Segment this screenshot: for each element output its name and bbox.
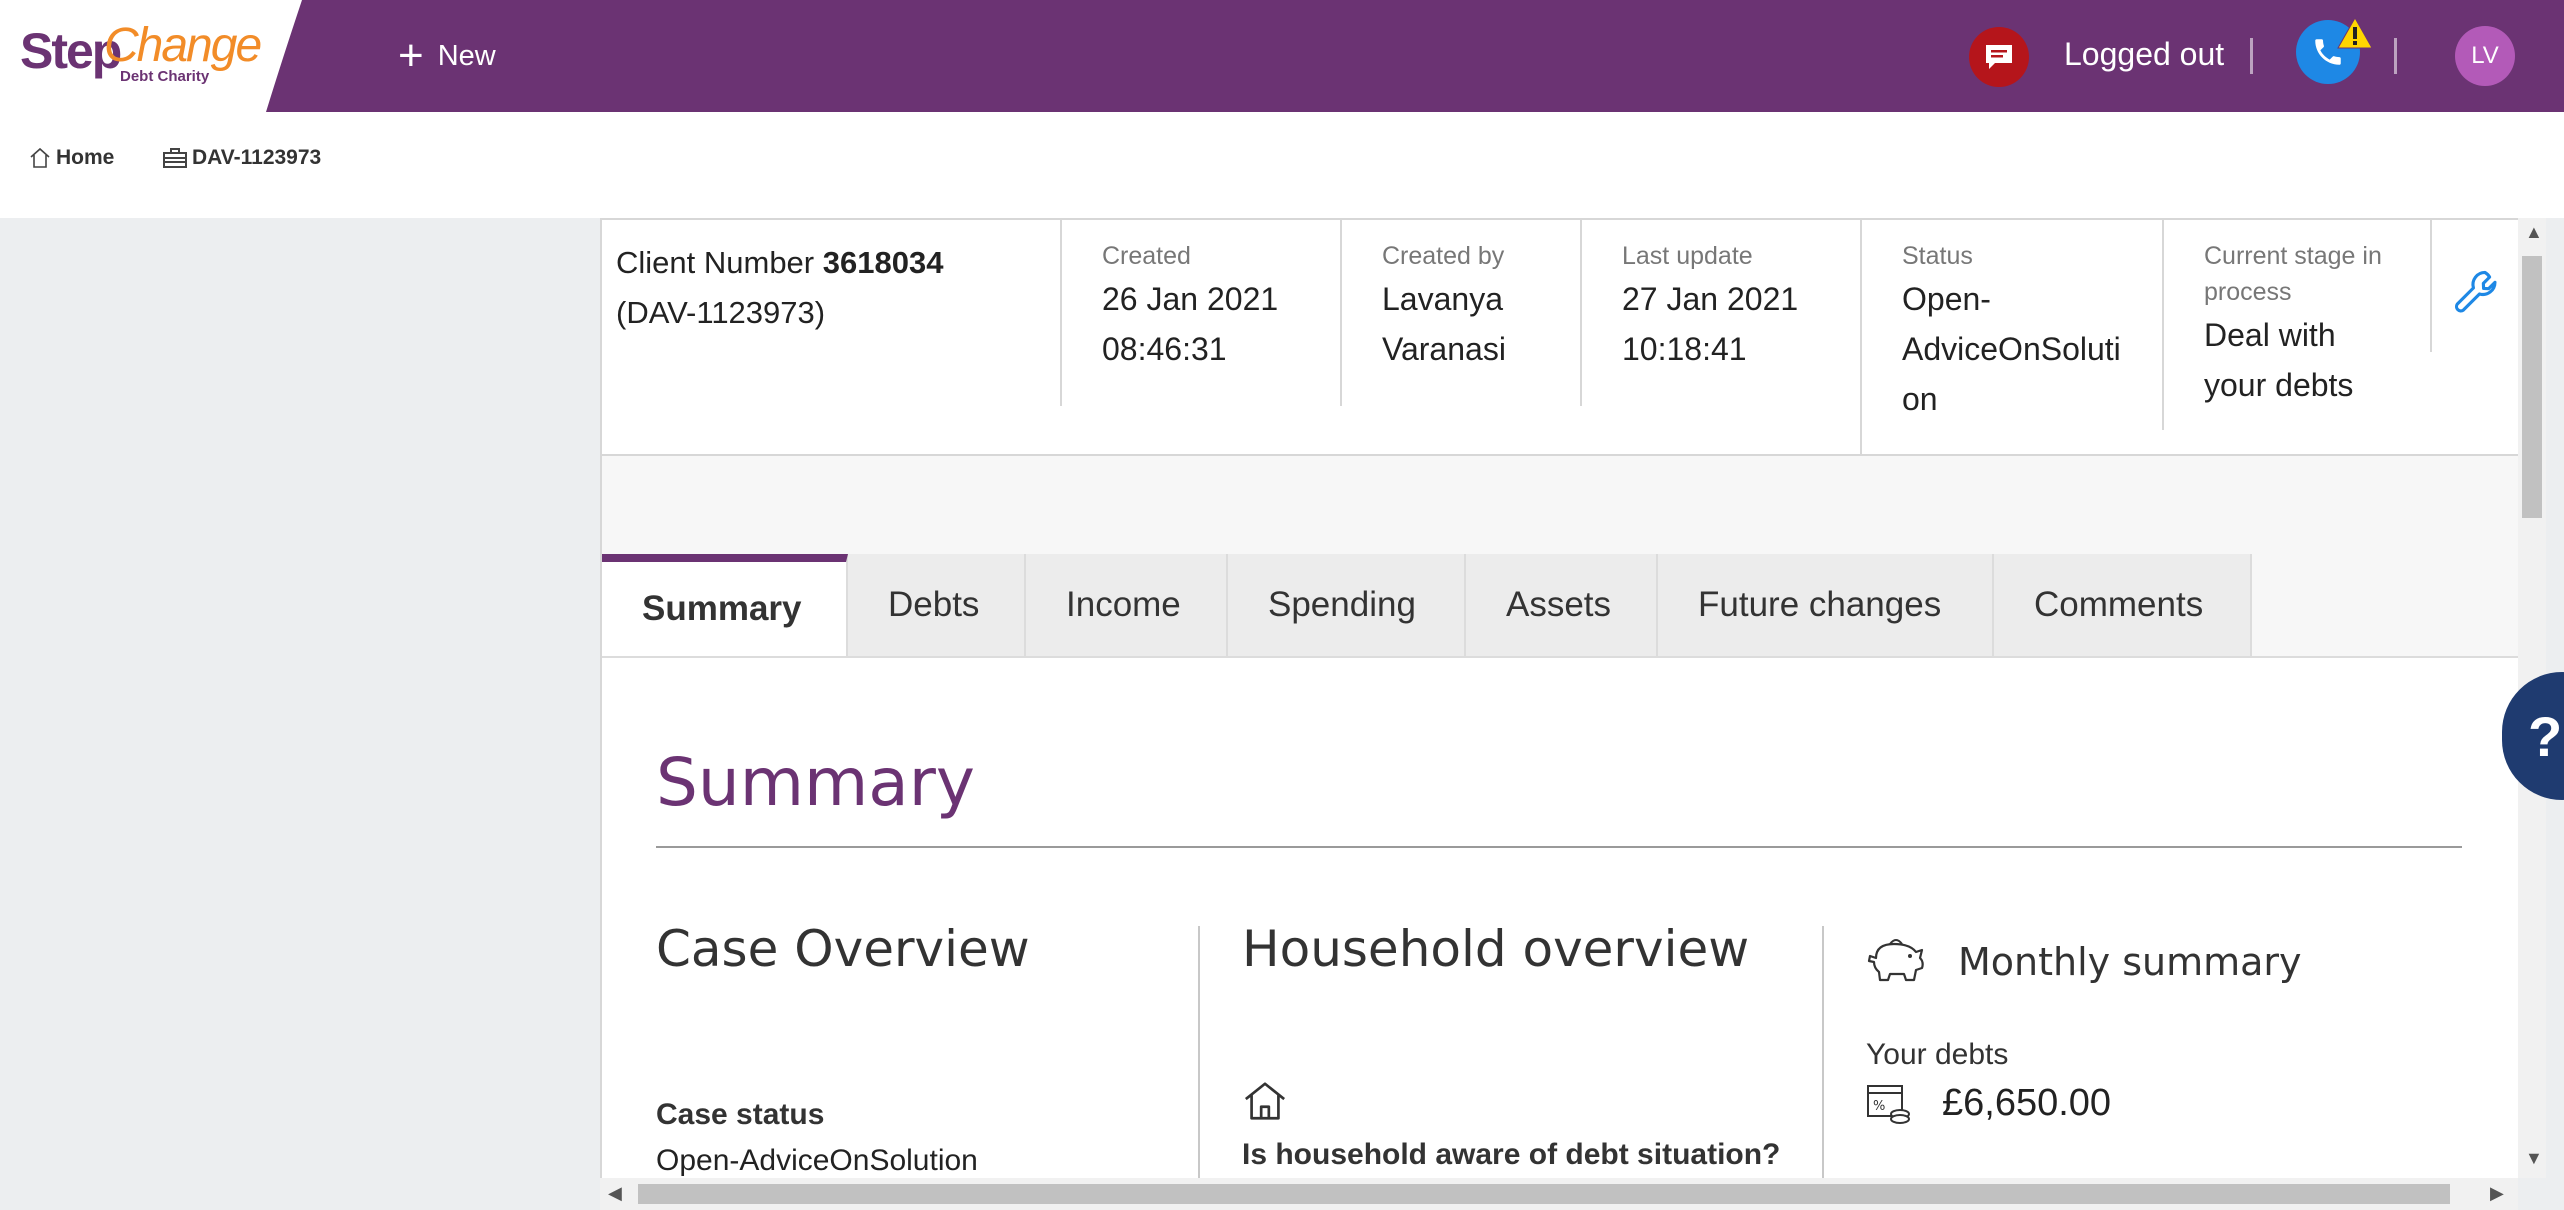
wrench-icon[interactable] — [2450, 264, 2508, 322]
created-by-last: Varanasi — [1382, 331, 1506, 367]
login-status[interactable]: Logged out — [2064, 36, 2224, 73]
status-value: AdviceOnSoluti — [1902, 331, 2121, 367]
summary-content: Summary Case Overview Household overview… — [602, 656, 2518, 1178]
tab-summary[interactable]: Summary — [602, 554, 848, 656]
column-divider — [1198, 926, 1200, 1178]
divider — [2394, 38, 2397, 74]
stage-value: your debts — [2204, 367, 2354, 403]
scroll-up-arrow[interactable]: ▲ — [2525, 222, 2543, 243]
scroll-down-arrow[interactable]: ▼ — [2525, 1148, 2543, 1169]
case-overview-heading: Case Overview — [656, 920, 1030, 978]
status-label: Status — [1902, 242, 1973, 270]
breadcrumb-case-label: DAV-1123973 — [192, 146, 322, 169]
svg-text:%: % — [1873, 1099, 1885, 1114]
breadcrumb-case[interactable]: DAV-1123973 — [162, 146, 321, 170]
status-value: Open- — [1902, 281, 1991, 317]
your-debts-value: £6,650.00 — [1942, 1082, 2112, 1124]
client-number-value: 3618034 — [822, 245, 944, 280]
vertical-scroll-thumb[interactable] — [2522, 256, 2542, 518]
case-header: Client Number 3618034 (DAV-1123973) Crea… — [602, 218, 2518, 458]
last-update-date: 27 Jan 2021 — [1622, 281, 1799, 317]
chat-icon[interactable] — [1969, 27, 2029, 87]
client-number-label: Client Number — [616, 245, 815, 280]
new-button-label: New — [437, 39, 496, 72]
last-update-time: 10:18:41 — [1622, 331, 1747, 367]
tab-comments[interactable]: Comments — [1994, 554, 2252, 656]
created-by-first: Lavanya — [1382, 281, 1503, 317]
column-divider — [1822, 926, 1824, 1178]
tab-income[interactable]: Income — [1026, 554, 1228, 656]
stage-label: Current stage in — [2204, 242, 2382, 270]
breadcrumb-home-label: Home — [56, 146, 115, 169]
scroll-left-arrow[interactable]: ◀ — [608, 1183, 622, 1204]
header-divider — [2162, 220, 2164, 430]
summary-divider — [656, 846, 2462, 848]
created-by-cell: Created by Lavanya Varanasi — [1382, 238, 1506, 428]
top-bar: Step Change Debt Charity + New Logged ou… — [0, 0, 2564, 112]
warning-icon — [2337, 16, 2373, 49]
logo-subtitle: Debt Charity — [120, 68, 210, 85]
monthly-summary-heading: Monthly summary — [1958, 940, 2302, 984]
breadcrumb-bar — [0, 112, 2564, 218]
scroll-right-arrow[interactable]: ▶ — [2490, 1183, 2504, 1204]
case-status-value: Open-AdviceOnSolution — [656, 1144, 978, 1177]
horizontal-scroll-thumb[interactable] — [638, 1184, 2450, 1204]
user-avatar[interactable]: LV — [2455, 26, 2515, 86]
stage-cell: Current stage in process Deal with your … — [2204, 238, 2382, 428]
summary-title: Summary — [656, 744, 975, 821]
last-update-label: Last update — [1622, 242, 1753, 270]
client-number: Client Number 3618034 (DAV-1123973) — [616, 238, 943, 338]
tab-spending[interactable]: Spending — [1228, 554, 1466, 656]
piggy-bank-icon — [1867, 939, 1924, 982]
briefcase-icon — [163, 148, 187, 168]
tab-future-changes[interactable]: Future changes — [1658, 554, 1994, 656]
case-panel: Client Number 3618034 (DAV-1123973) Crea… — [600, 218, 2518, 1178]
debt-bill-icon: % — [1867, 1085, 1910, 1124]
new-button[interactable]: + New — [398, 28, 496, 84]
created-cell: Created 26 Jan 2021 08:46:31 — [1102, 238, 1278, 428]
last-update-cell: Last update 27 Jan 2021 10:18:41 — [1622, 238, 1798, 428]
case-reference: (DAV-1123973) — [616, 295, 826, 330]
header-divider — [1060, 220, 1062, 406]
divider — [2250, 38, 2253, 74]
created-date: 26 Jan 2021 — [1102, 281, 1279, 317]
created-label: Created — [1102, 242, 1191, 270]
status-cell: Status Open- AdviceOnSoluti on — [1902, 238, 2121, 428]
horizontal-scrollbar[interactable]: ◀ ▶ — [600, 1178, 2518, 1210]
stage-value: Deal with — [2204, 317, 2336, 353]
created-by-label: Created by — [1382, 242, 1505, 270]
header-divider — [2430, 220, 2432, 352]
house-icon — [1244, 1082, 1286, 1120]
header-divider — [1860, 220, 1862, 458]
status-value: on — [1902, 381, 1938, 417]
stage-label: process — [2204, 278, 2292, 306]
tab-debts[interactable]: Debts — [848, 554, 1026, 656]
logo-change-text: Change — [104, 19, 262, 72]
case-status-label: Case status — [656, 1098, 825, 1131]
stepchange-logo[interactable]: Step Change Debt Charity — [0, 0, 305, 112]
header-divider — [1340, 220, 1342, 406]
tab-bar: Summary Debts Income Spending Assets Fut… — [602, 554, 2252, 656]
your-debts-label: Your debts — [1866, 1038, 2009, 1071]
tab-assets[interactable]: Assets — [1466, 554, 1658, 656]
plus-icon: + — [398, 31, 424, 80]
created-time: 08:46:31 — [1102, 331, 1227, 367]
household-overview-heading: Household overview — [1242, 920, 1750, 978]
household-aware-question: Is household aware of debt situation? — [1242, 1138, 1781, 1171]
breadcrumb-home[interactable]: Home — [28, 146, 114, 170]
header-divider — [1580, 220, 1582, 406]
home-icon — [30, 147, 50, 168]
